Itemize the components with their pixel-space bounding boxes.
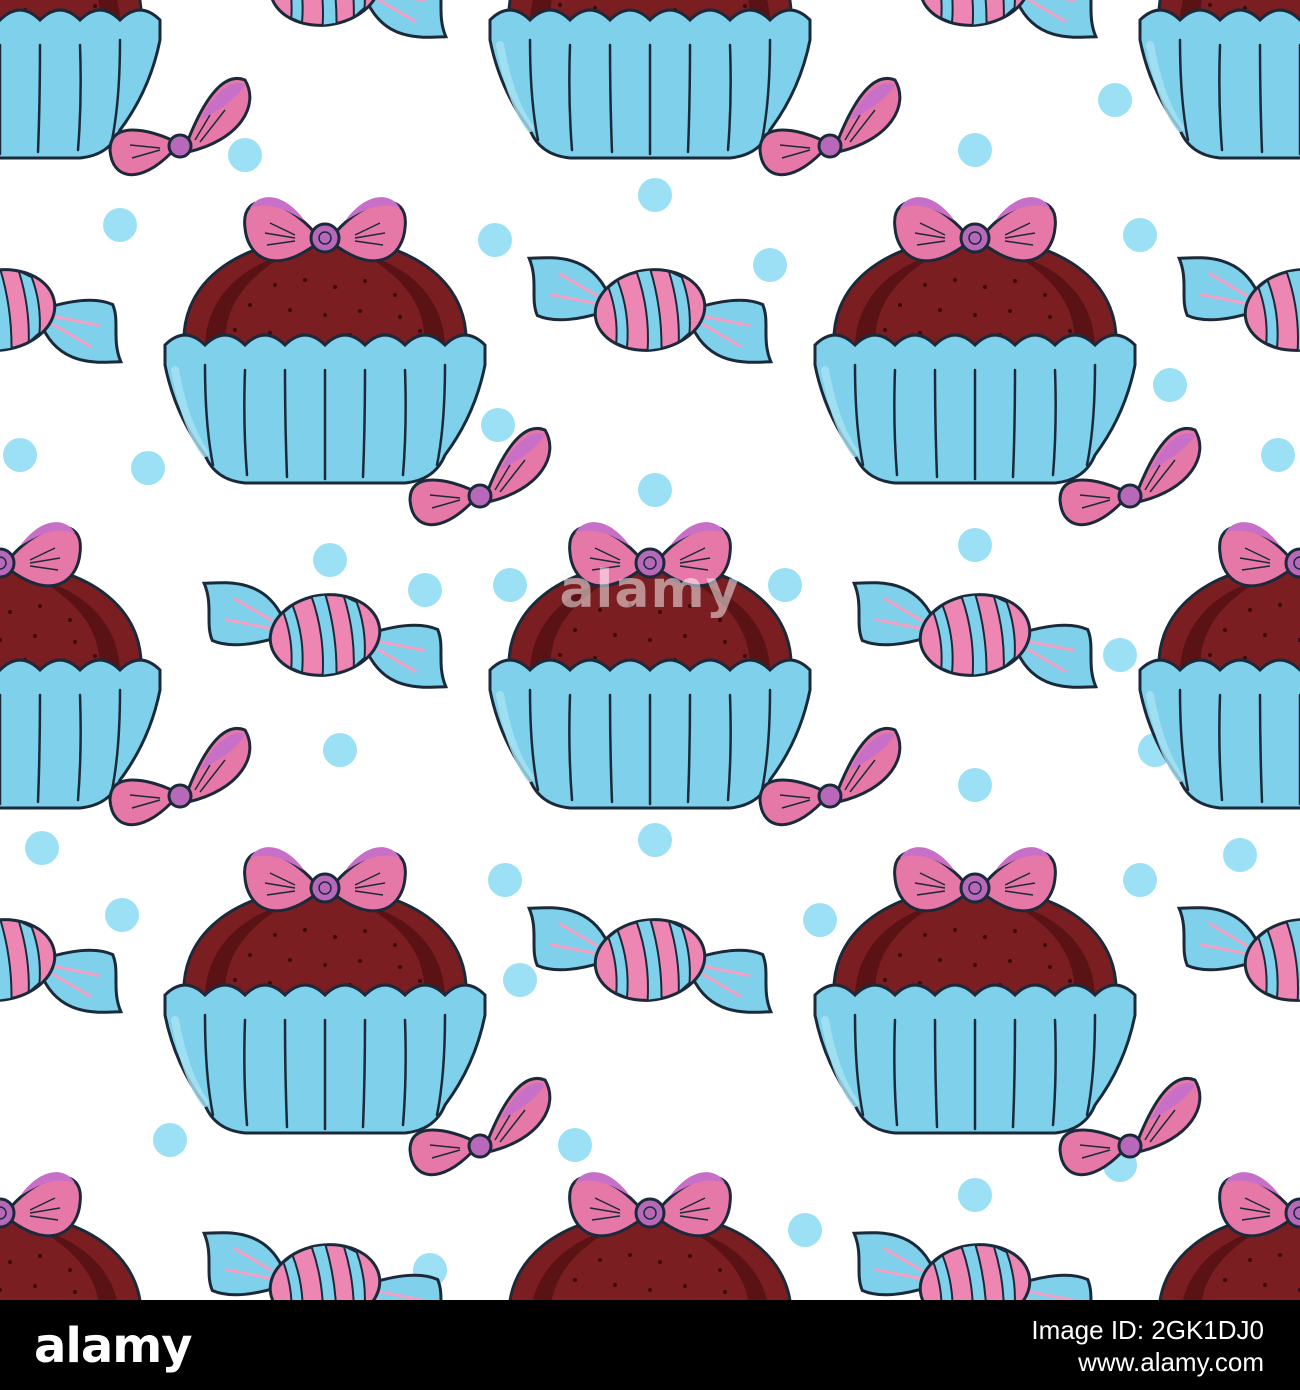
- dot-icon: [323, 733, 357, 767]
- candy-icon: [0, 232, 138, 388]
- dot-icon: [153, 1123, 187, 1157]
- cupcake-icon: [815, 197, 1135, 483]
- dot-icon: [958, 768, 992, 802]
- candy-icon: [837, 0, 1113, 63]
- cupcake-icon: [1140, 522, 1300, 808]
- dot-icon: [958, 1178, 992, 1212]
- dot-icon: [1103, 638, 1137, 672]
- candy-icon: [187, 0, 463, 63]
- cupcake-icon: [815, 847, 1135, 1133]
- cupcake-icon: [165, 847, 485, 1133]
- cupcake-icon: [0, 1172, 160, 1300]
- dot-icon: [25, 831, 59, 865]
- dot-icon: [1098, 83, 1132, 117]
- dot-icon: [488, 863, 522, 897]
- dot-icon: [768, 568, 802, 602]
- dot-icon: [638, 473, 672, 507]
- dot-icon: [493, 568, 527, 602]
- dot-icon: [788, 1213, 822, 1247]
- candy-icon: [512, 232, 788, 388]
- dot-icon: [103, 208, 137, 242]
- candy-icon: [1162, 882, 1300, 1038]
- cupcake-icon: [1140, 1172, 1300, 1300]
- image-id: Image ID: 2GK1DJ0: [1031, 1315, 1264, 1345]
- dot-icon: [1223, 838, 1257, 872]
- dot-icon: [503, 963, 537, 997]
- candy-icon: [187, 1207, 463, 1300]
- candy-icon: [512, 882, 788, 1038]
- seamless-pattern: alamy: [0, 0, 1300, 1300]
- dot-icon: [753, 248, 787, 282]
- dot-icon: [558, 1128, 592, 1162]
- candy-icon: [1162, 232, 1300, 388]
- dot-icon: [638, 178, 672, 212]
- site-url: www.alamy.com: [1078, 1347, 1264, 1377]
- dot-icon: [481, 408, 515, 442]
- dot-icon: [1261, 438, 1295, 472]
- alamy-logo: alamy: [34, 1318, 193, 1374]
- pattern-canvas: [0, 0, 1300, 1300]
- dot-icon: [958, 528, 992, 562]
- dot-icon: [1153, 368, 1187, 402]
- dot-icon: [1123, 218, 1157, 252]
- dot-icon: [1123, 863, 1157, 897]
- dot-icon: [313, 543, 347, 577]
- dot-icon: [638, 823, 672, 857]
- candy-icon: [837, 557, 1113, 713]
- dot-icon: [803, 903, 837, 937]
- dot-icon: [408, 573, 442, 607]
- dot-icon: [3, 438, 37, 472]
- dot-icon: [478, 223, 512, 257]
- dot-icon: [228, 138, 262, 172]
- dot-icon: [131, 451, 165, 485]
- cupcake-icon: [1140, 0, 1300, 158]
- dot-icon: [958, 133, 992, 167]
- footer-bar: alamy Image ID: 2GK1DJ0 www.alamy.com: [0, 1300, 1300, 1390]
- dot-icon: [105, 898, 139, 932]
- candy-icon: [837, 1207, 1113, 1300]
- footer-info: Image ID: 2GK1DJ0 www.alamy.com: [1031, 1314, 1264, 1378]
- cupcake-icon: [490, 1172, 810, 1300]
- cupcake-icon: [490, 0, 810, 158]
- cupcake-icon: [0, 522, 160, 808]
- cupcake-icon: [490, 522, 810, 808]
- cupcake-icon: [165, 197, 485, 483]
